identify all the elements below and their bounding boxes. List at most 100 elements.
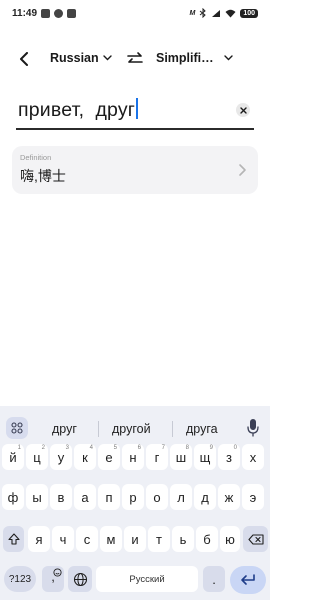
key[interactable]: ю — [220, 526, 240, 552]
key[interactable]: г7 — [146, 444, 168, 470]
key-row-3: я ч с м и т ь б ю — [0, 526, 270, 552]
swap-icon — [127, 52, 143, 63]
key[interactable]: т — [148, 526, 170, 552]
backspace-icon — [247, 533, 264, 545]
key-number: 6 — [137, 445, 141, 451]
close-icon — [239, 106, 247, 114]
battery-indicator: 100 — [240, 8, 258, 18]
key[interactable]: я — [28, 526, 50, 552]
language-switch-key[interactable] — [68, 566, 92, 592]
status-time: 11:49 — [12, 7, 38, 19]
key[interactable]: в — [50, 484, 72, 510]
key[interactable]: е5 — [98, 444, 120, 470]
key-number: 5 — [113, 445, 117, 451]
key-number: 0 — [233, 445, 237, 451]
input-text-wrapper: привет, друг — [18, 98, 138, 122]
key-number: 8 — [185, 445, 189, 451]
swap-languages-button[interactable] — [126, 50, 144, 68]
key[interactable]: ь — [172, 526, 194, 552]
key[interactable]: б — [196, 526, 218, 552]
key-label: н — [129, 449, 137, 465]
period-key[interactable]: . — [203, 566, 225, 592]
emoji-comma-key[interactable]: , — [42, 566, 64, 592]
notification-icon — [54, 8, 64, 18]
key[interactable]: х — [242, 444, 264, 470]
key[interactable]: у3 — [50, 444, 72, 470]
back-button[interactable] — [14, 49, 34, 69]
key[interactable]: к4 — [74, 444, 96, 470]
definition-card[interactable]: Definition 嗨,博士 — [12, 146, 258, 194]
source-language-label: Russian — [50, 51, 99, 65]
key-number: 7 — [161, 445, 165, 451]
key-label: х — [249, 449, 257, 465]
definition-value: 嗨,博士 — [20, 168, 66, 184]
key[interactable]: ц2 — [26, 444, 48, 470]
suggestion-bar: друг другой друга — [0, 410, 270, 442]
status-right: M 100 — [189, 8, 258, 18]
grid-icon — [11, 422, 23, 434]
suggestion-3[interactable]: друга — [186, 422, 218, 436]
clear-input-button[interactable] — [236, 103, 250, 117]
source-language-selector[interactable]: Russian — [50, 51, 112, 65]
globe-icon — [73, 572, 87, 586]
key[interactable]: з0 — [218, 444, 240, 470]
target-language-selector[interactable]: Simplifi… — [156, 51, 233, 65]
enter-key[interactable] — [230, 566, 266, 594]
chevron-right-icon — [239, 164, 246, 176]
source-text-input[interactable]: привет, друг — [16, 96, 254, 130]
key[interactable]: о — [146, 484, 168, 510]
suggestion-2[interactable]: другой — [112, 422, 151, 436]
key[interactable]: л — [170, 484, 192, 510]
key-label: й — [9, 449, 17, 465]
suggestion-divider — [172, 421, 173, 437]
arrow-back-icon — [20, 52, 28, 66]
emoji-icon — [53, 568, 62, 577]
chevron-down-icon — [102, 55, 112, 61]
key-label: з — [226, 449, 232, 465]
wifi-icon — [225, 9, 236, 17]
key-number: 3 — [65, 445, 69, 451]
suggestion-1[interactable]: друг — [52, 422, 77, 436]
space-key[interactable]: Русский — [96, 566, 198, 592]
suggestion-divider — [98, 421, 99, 437]
key[interactable]: д — [194, 484, 216, 510]
language-bar: Russian Simplifi… — [0, 44, 270, 74]
key[interactable]: ф — [2, 484, 24, 510]
notification-icon — [41, 8, 51, 18]
key[interactable]: и — [124, 526, 146, 552]
keyboard-menu-button[interactable] — [6, 417, 28, 439]
key-label: ц — [33, 449, 41, 465]
key-label: ш — [175, 449, 187, 465]
key[interactable]: й1 — [2, 444, 24, 470]
network-label: M — [189, 9, 196, 17]
key-number: 9 — [209, 445, 213, 451]
backspace-key[interactable] — [243, 526, 268, 552]
key[interactable]: ж — [218, 484, 240, 510]
key[interactable]: п — [98, 484, 120, 510]
key-row-2: ф ы в а п р о л д ж э — [0, 484, 270, 510]
shift-icon — [7, 533, 20, 545]
key[interactable]: щ9 — [194, 444, 216, 470]
shift-key[interactable] — [3, 526, 24, 552]
key[interactable]: н6 — [122, 444, 144, 470]
key[interactable]: ш8 — [170, 444, 192, 470]
key[interactable]: ч — [52, 526, 74, 552]
key-label: г — [154, 449, 160, 465]
bluetooth-icon — [200, 8, 207, 18]
symbols-key[interactable]: ?123 — [4, 566, 36, 592]
notification-icon — [67, 8, 77, 18]
status-bar: 11:49 M 100 — [0, 0, 270, 26]
key[interactable]: м — [100, 526, 122, 552]
mic-icon[interactable] — [246, 418, 260, 438]
key[interactable]: ы — [26, 484, 48, 510]
chevron-down-icon — [223, 55, 233, 61]
key[interactable]: р — [122, 484, 144, 510]
key[interactable]: а — [74, 484, 96, 510]
key[interactable]: э — [242, 484, 264, 510]
key[interactable]: с — [76, 526, 98, 552]
key-label: щ — [199, 449, 211, 465]
key-label: у — [57, 449, 65, 465]
key-row-4: ?123 , Русский . — [0, 566, 270, 594]
enter-arrow-icon — [241, 574, 255, 585]
text-caret — [136, 98, 138, 119]
